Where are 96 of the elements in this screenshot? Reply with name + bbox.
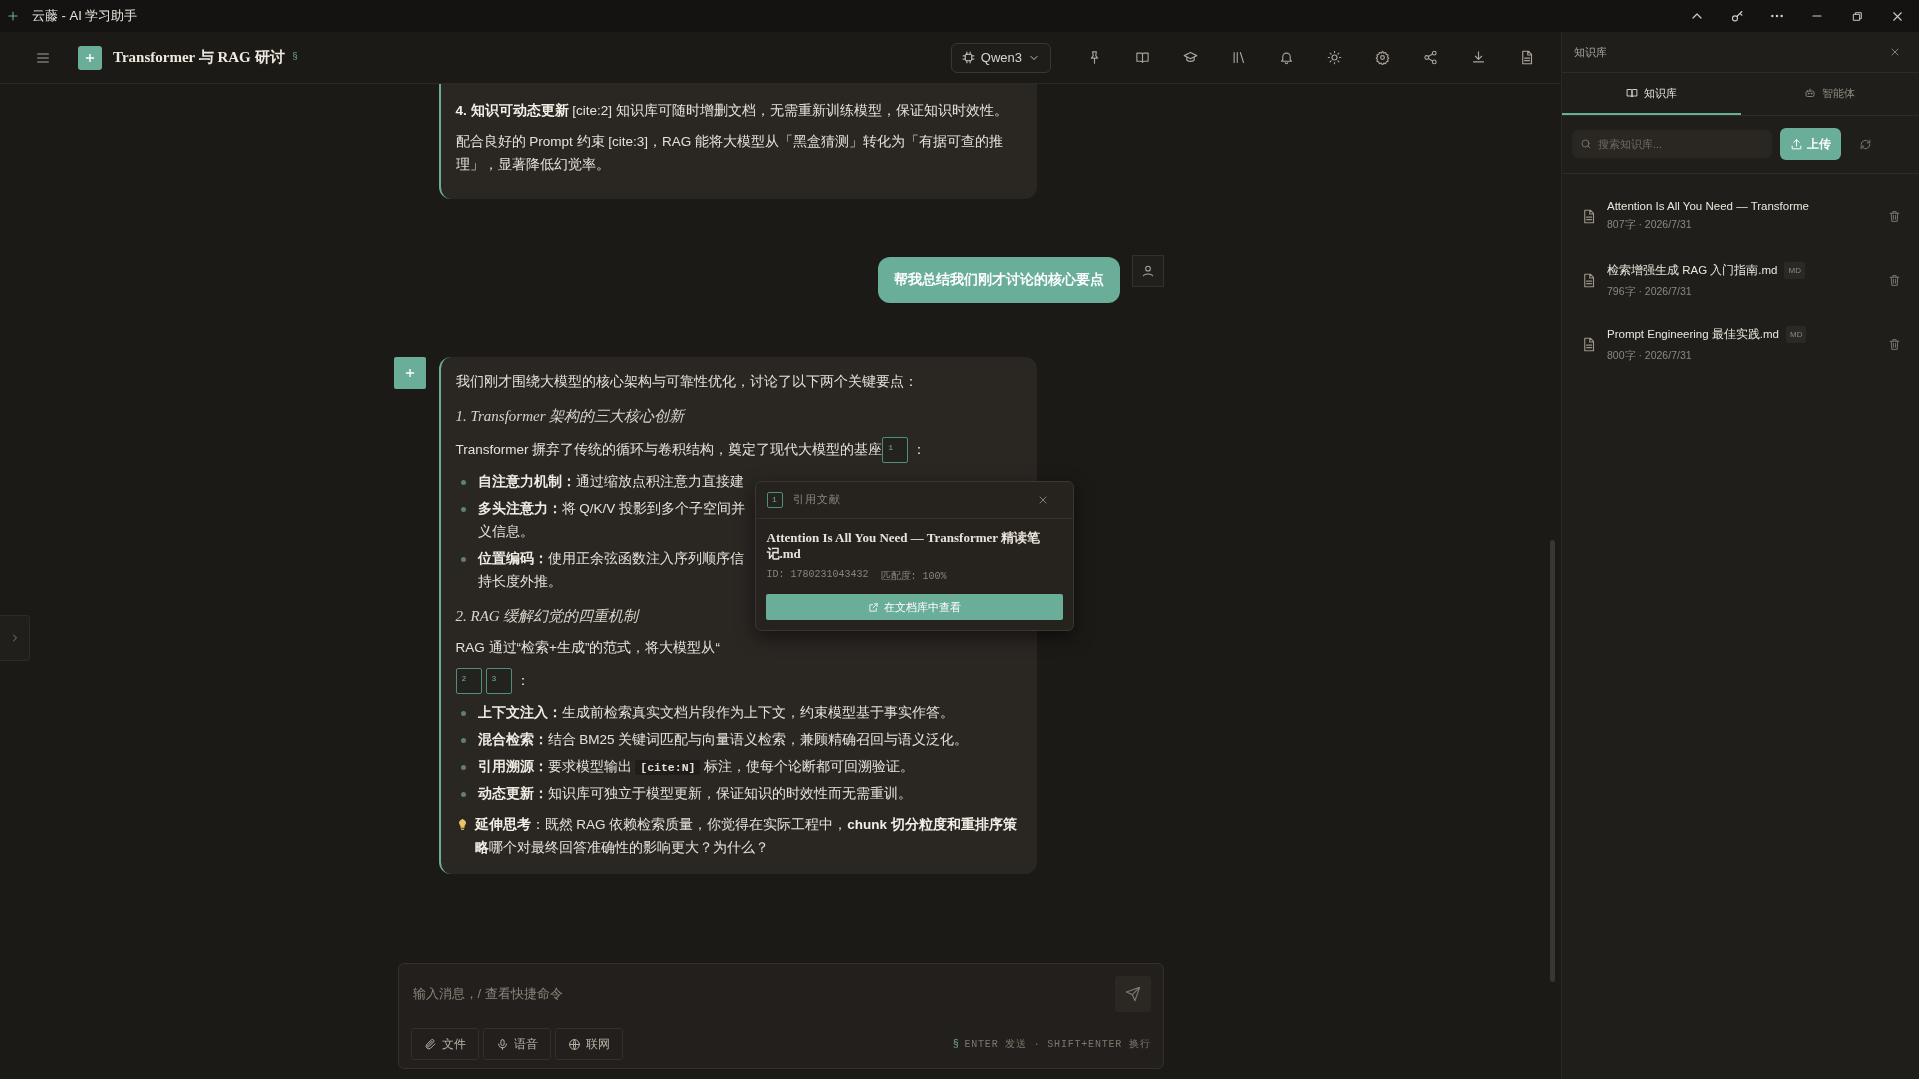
bullet-icon bbox=[460, 557, 466, 563]
citation-number: 1 bbox=[766, 491, 783, 508]
document-meta: 796字 · 2026/7/31 bbox=[1607, 284, 1693, 299]
list-item-text: 持长度外推。 bbox=[477, 573, 562, 591]
list-item-text: 义信息。 bbox=[477, 523, 534, 542]
panel-tab[interactable]: 智能体 bbox=[1740, 73, 1919, 115]
globe-icon bbox=[567, 1037, 581, 1051]
book-icon bbox=[1134, 50, 1150, 65]
app-icon bbox=[6, 9, 20, 23]
robot-icon bbox=[1804, 87, 1817, 99]
library-icon bbox=[1230, 50, 1246, 65]
search-input[interactable]: 搜索知识库... bbox=[1598, 138, 1748, 150]
settings-icon bbox=[1374, 50, 1390, 65]
list-item-text: 动态更新：知识库可独立于模型更新，保证知识的时效性而无需重训。 bbox=[477, 786, 912, 802]
citation-chip[interactable]: 1 bbox=[882, 437, 909, 464]
trash-icon bbox=[1888, 209, 1901, 223]
panel-title: 知识库 bbox=[1574, 44, 1607, 60]
chip-icon bbox=[961, 51, 975, 64]
bell-icon bbox=[1278, 50, 1294, 65]
document-icon bbox=[1581, 272, 1596, 288]
search-field[interactable]: 搜索知识库... bbox=[1572, 130, 1772, 158]
conversation-title: Transformer 与 RAG 研讨 bbox=[113, 48, 285, 67]
paragraph: 我们刚才围绕大模型的核心架构与可靠性优化，讨论了以下两个关键要点： bbox=[455, 373, 918, 389]
send-button[interactable] bbox=[1114, 976, 1151, 1012]
tip-text: 延伸思考：既然 RAG 依赖检索质量，你觉得在实际工程中，chunk 切分粒度和重排序策略哪个对最终回答准确性的影响更大？为什么？ bbox=[474, 816, 1018, 858]
mic-button[interactable]: 语音 bbox=[482, 1028, 551, 1060]
assistant-avatar-icon bbox=[393, 356, 426, 389]
document-title[interactable]: 检索增强生成 RAG 入门指南.md bbox=[1607, 262, 1778, 278]
list-item-text: 引用溯源：要求模型输出 [cite:N] 标注，使每个论断都可回溯验证。 bbox=[477, 759, 915, 775]
trash-icon bbox=[1888, 337, 1901, 351]
section-heading: 1. Transformer 架构的三大核心创新 bbox=[455, 406, 685, 426]
document-id: ID: 1780231043432 bbox=[766, 569, 869, 583]
app-logo-icon bbox=[78, 45, 102, 70]
delete-button[interactable] bbox=[1888, 273, 1901, 287]
microphone-icon bbox=[495, 1037, 509, 1051]
share-icon bbox=[1422, 50, 1438, 65]
model-selector[interactable]: Qwen3 bbox=[950, 42, 1051, 73]
user-message: 帮我总结我们刚才讨论的核心要点 bbox=[877, 256, 1120, 303]
document-title: Attention Is All You Need — Transformer 精读笔记.md bbox=[765, 528, 1042, 564]
list-item-text: 多头注意力：将 Q/K/V 投影到多个子空间并 bbox=[477, 501, 745, 517]
file-type-tag: MD bbox=[1786, 325, 1807, 343]
upload-icon bbox=[1790, 137, 1803, 151]
file-type-tag: MD bbox=[1784, 261, 1805, 279]
panel-tab[interactable]: 知识库 bbox=[1562, 73, 1741, 115]
list-item-text: 混合检索：结合 BM25 关键词匹配与向量语义检索，兼顾精确召回与语义泛化。 bbox=[477, 732, 969, 748]
window-title: 云藤 - AI 学习助手 bbox=[32, 7, 138, 25]
message-input[interactable]: 输入消息，/ 查看快捷命令 bbox=[410, 976, 1115, 1011]
document-icon bbox=[1581, 336, 1596, 352]
download-icon bbox=[1470, 50, 1486, 65]
list-item-text: 上下文注入：生成前检索真实文档片段作为上下文，约束模型基于事实作答。 bbox=[477, 705, 954, 721]
shortcut-hint: § ENTER 发送 · SHIFT+ENTER 换行 bbox=[952, 1038, 1151, 1051]
citation-chip[interactable]: 3 bbox=[485, 668, 512, 695]
trash-icon bbox=[1888, 273, 1901, 287]
restore-icon bbox=[1850, 9, 1864, 23]
citation-chip[interactable]: 2 bbox=[455, 668, 482, 695]
attach-button[interactable]: 文件 bbox=[410, 1028, 479, 1060]
paragraph: RAG 通过“检索+生成”的范式，将大模型从“ bbox=[455, 640, 720, 656]
search-icon bbox=[1580, 138, 1592, 150]
graduation-cap-icon bbox=[1182, 50, 1198, 65]
bullet-icon bbox=[460, 765, 466, 771]
close-panel-button[interactable] bbox=[1889, 46, 1901, 58]
book-icon bbox=[1625, 87, 1638, 99]
delete-button[interactable] bbox=[1888, 337, 1901, 351]
refresh-icon bbox=[1859, 137, 1872, 151]
refresh-button[interactable] bbox=[1859, 137, 1872, 151]
send-icon bbox=[1124, 986, 1141, 1002]
document-meta: 800字 · 2026/7/31 bbox=[1607, 348, 1693, 363]
paragraph: Transformer 摒弃了传统的循环与卷积结构，奠定了现代大模型的基座 bbox=[455, 441, 883, 457]
section-heading: 2. RAG 缓解幻觉的四重机制 bbox=[455, 606, 639, 626]
bullet-icon bbox=[460, 738, 466, 744]
external-link-icon bbox=[867, 601, 879, 613]
key-icon bbox=[1729, 8, 1745, 24]
document-title[interactable]: Attention Is All You Need — Transforme bbox=[1607, 200, 1809, 212]
close-icon bbox=[1889, 46, 1901, 58]
user-avatar-icon bbox=[1131, 254, 1164, 287]
document-meta: 807字 · 2026/7/31 bbox=[1607, 218, 1693, 232]
list-item-text: 位置编码：使用正余弦函数注入序列顺序信 bbox=[477, 551, 744, 567]
popup-label: 引用文献 bbox=[792, 492, 842, 507]
bullet-icon bbox=[460, 507, 466, 513]
bullet-icon bbox=[460, 480, 466, 486]
bullet-icon bbox=[460, 792, 466, 798]
paragraph: 4. 知识可动态更新 [cite:2] 知识库可随时增删文档，无需重新训练模型，保证知识时效性。 bbox=[455, 103, 1008, 118]
paragraph: 配合良好的 Prompt 约束 [cite:3]，RAG 能将大模型从「黑盒猜测」转化为「有据可查的推理」，显著降低幻觉率。 bbox=[455, 133, 1004, 172]
colon: ： bbox=[912, 441, 927, 457]
colon: ： bbox=[515, 672, 530, 688]
globe-button[interactable]: 联网 bbox=[554, 1028, 623, 1060]
document-icon bbox=[1581, 208, 1596, 224]
title-mark: § bbox=[292, 50, 298, 61]
match-score: 匹配度: 100% bbox=[880, 569, 947, 584]
message-composer[interactable]: 输入消息，/ 查看快捷命令 文件 语音 联网 § ENTER 发送 · SHIFT+ENTER 换行 bbox=[397, 963, 1164, 1069]
document-title[interactable]: Prompt Engineering 最佳实践.md bbox=[1607, 326, 1779, 342]
sun-icon bbox=[1326, 50, 1342, 65]
delete-button[interactable] bbox=[1888, 209, 1901, 223]
paperclip-icon bbox=[423, 1037, 437, 1051]
list-item-text: 自注意力机制：通过缩放点积注意力直接建 bbox=[477, 474, 744, 490]
bullet-icon bbox=[460, 711, 466, 717]
